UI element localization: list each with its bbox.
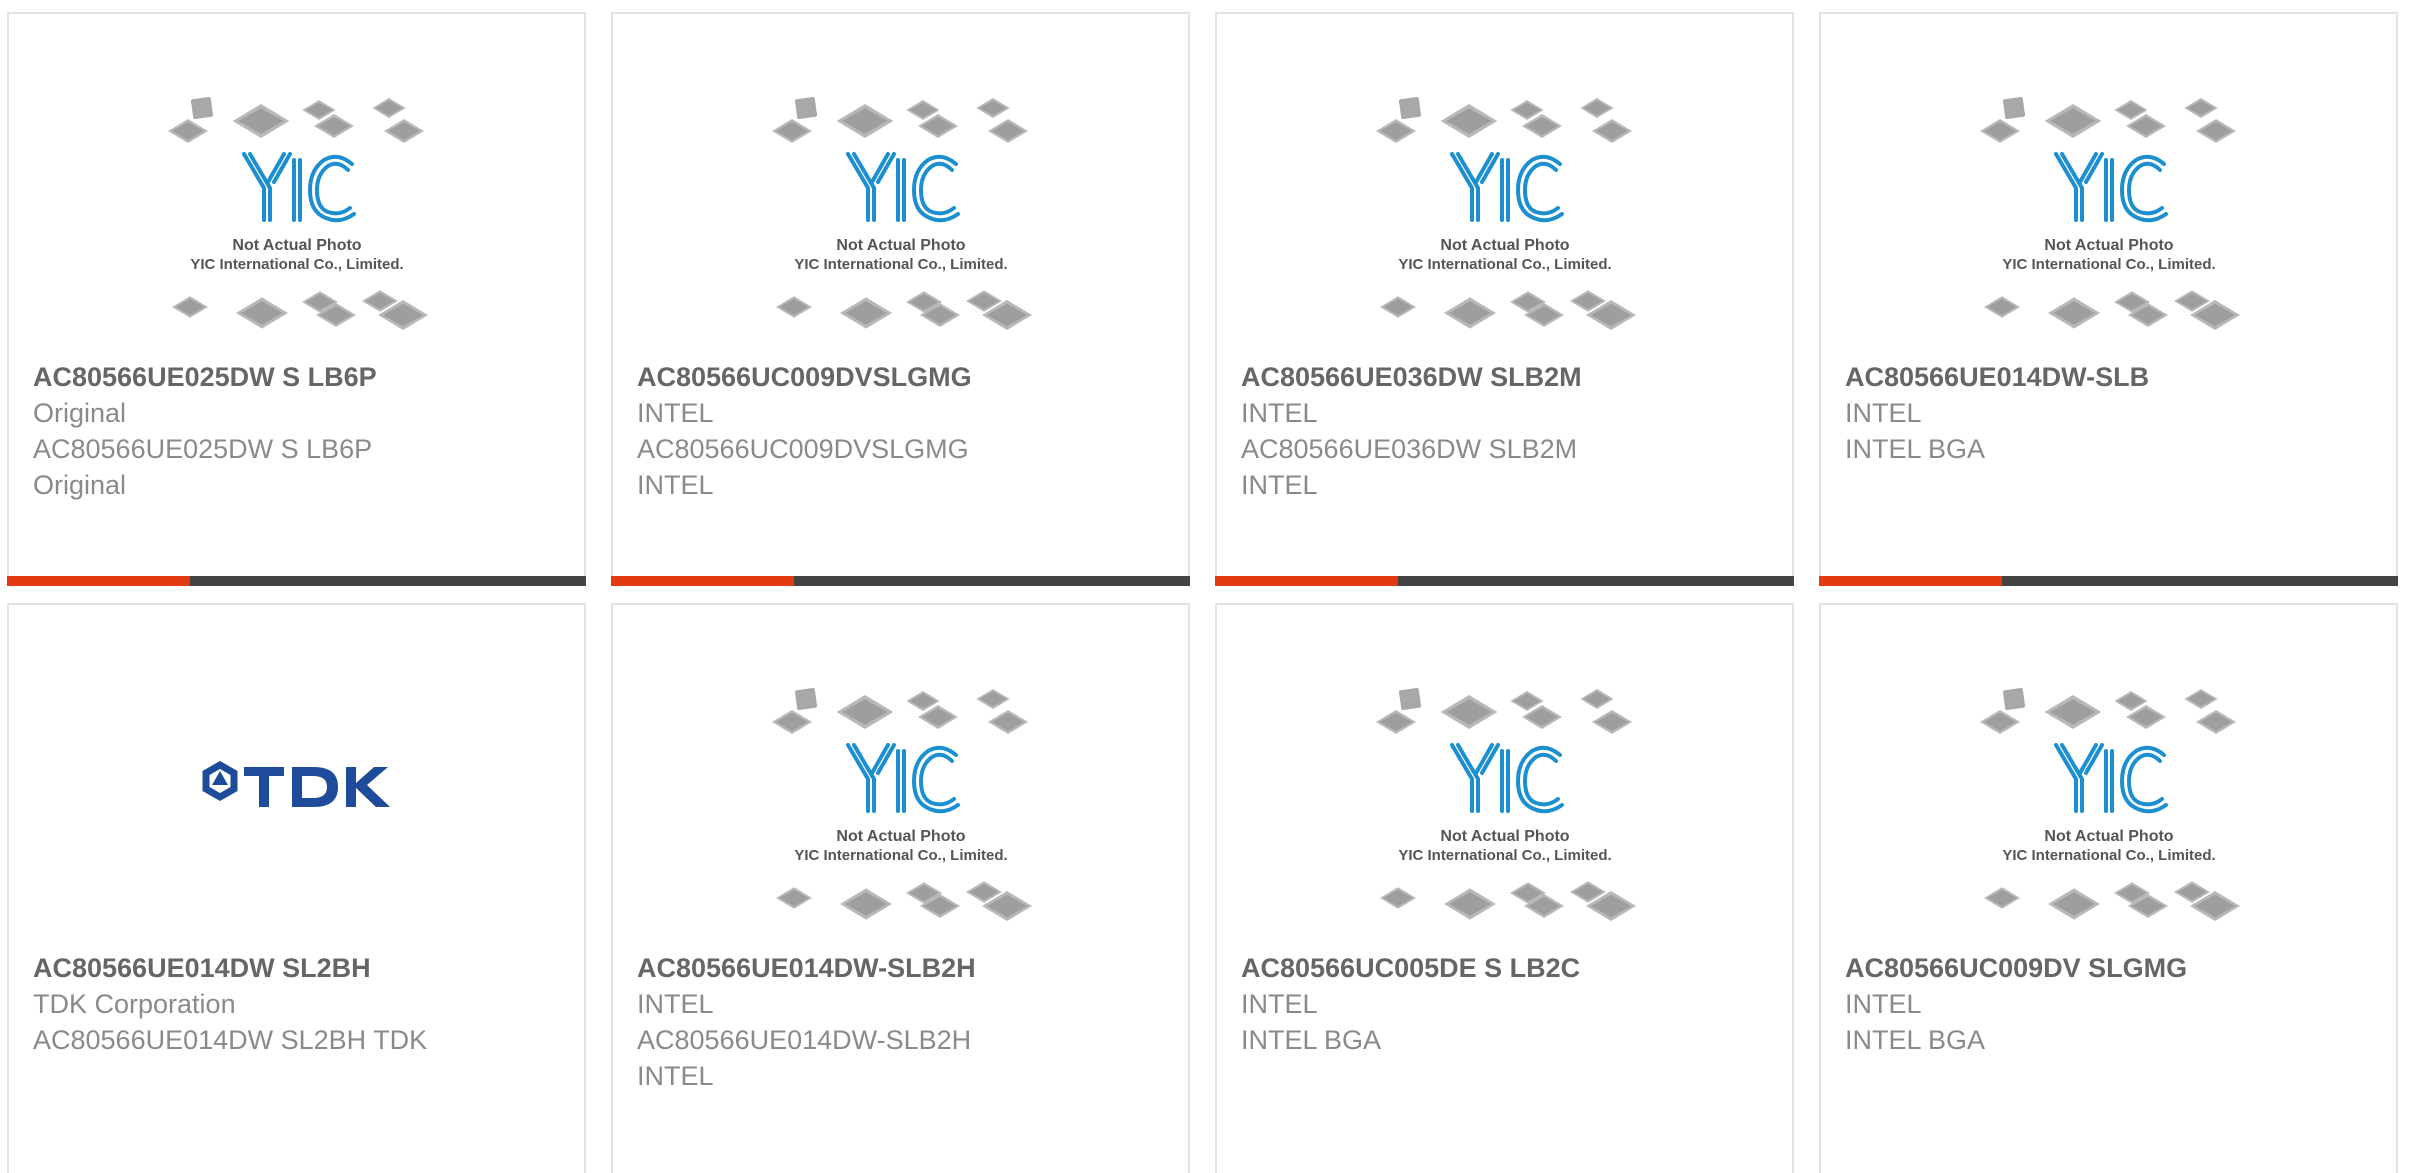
product-brand: INTEL (637, 1061, 714, 1091)
product-description: AC80566UE036DW SLB2M (1241, 434, 1578, 464)
card-accent-bar (1819, 576, 2002, 586)
product-title[interactable]: AC80566UC005DE S LB2C (1241, 950, 1782, 986)
product-description: INTEL BGA (1241, 1025, 1382, 1055)
product-manufacturer: INTEL (1845, 398, 1922, 428)
product-description: AC80566UE025DW S LB6P (33, 434, 373, 464)
product-grid: AC80566UE025DW S LB6P Original AC80566UE… (0, 0, 2410, 1173)
product-card[interactable]: AC80566UE014DW SL2BH TDK Corporation AC8… (7, 603, 586, 1173)
yic-placeholder-icon (1370, 96, 1640, 334)
product-brand: INTEL (1241, 470, 1318, 500)
product-manufacturer: TDK Corporation (33, 989, 236, 1019)
product-title[interactable]: AC80566UC009DV SLGMG (1845, 950, 2386, 986)
product-card[interactable]: AC80566UE025DW S LB6P Original AC80566UE… (7, 12, 586, 586)
product-thumbnail[interactable] (1217, 687, 1792, 952)
product-description: AC80566UC009DVSLGMG (637, 434, 969, 464)
card-accent-bar (7, 576, 190, 586)
product-description: AC80566UE014DW-SLB2H (637, 1025, 972, 1055)
product-title[interactable]: AC80566UE025DW S LB6P (33, 359, 574, 395)
yic-placeholder-icon (1370, 687, 1640, 925)
product-thumbnail[interactable] (613, 96, 1188, 361)
card-accent-bar (1215, 576, 1398, 586)
product-manufacturer: INTEL (1241, 398, 1318, 428)
yic-placeholder-icon (766, 687, 1036, 925)
product-title[interactable]: AC80566UE036DW SLB2M (1241, 359, 1782, 395)
product-title[interactable]: AC80566UE014DW SL2BH (33, 950, 574, 986)
product-card[interactable]: AC80566UE014DW-SLB INTEL INTEL BGA (1819, 12, 2398, 586)
product-brand: INTEL (637, 470, 714, 500)
card-footer-bar (611, 576, 1190, 586)
product-card[interactable]: AC80566UE036DW SLB2M INTEL AC80566UE036D… (1215, 12, 1794, 586)
product-title[interactable]: AC80566UC009DVSLGMG (637, 359, 1178, 395)
product-description: INTEL BGA (1845, 434, 1986, 464)
tdk-logo-icon (192, 757, 402, 817)
card-footer-bar (1215, 576, 1794, 586)
product-card[interactable]: AC80566UC009DV SLGMG INTEL INTEL BGA (1819, 603, 2398, 1173)
yic-placeholder-icon (1974, 96, 2244, 334)
product-manufacturer: Original (33, 398, 127, 428)
product-title[interactable]: AC80566UE014DW-SLB2H (637, 950, 1178, 986)
product-manufacturer: INTEL (1241, 989, 1318, 1019)
product-card[interactable]: AC80566UC005DE S LB2C INTEL INTEL BGA (1215, 603, 1794, 1173)
product-thumbnail[interactable] (1821, 96, 2396, 361)
product-description: INTEL BGA (1845, 1025, 1986, 1055)
card-accent-bar (611, 576, 794, 586)
product-description: AC80566UE014DW SL2BH TDK (33, 1025, 428, 1055)
product-brand: Original (33, 470, 127, 500)
product-card[interactable]: AC80566UC009DVSLGMG INTEL AC80566UC009DV… (611, 12, 1190, 586)
product-thumbnail[interactable] (613, 687, 1188, 952)
product-thumbnail[interactable] (1821, 687, 2396, 952)
yic-placeholder-icon (766, 96, 1036, 334)
card-footer-bar (7, 576, 586, 586)
product-card[interactable]: AC80566UE014DW-SLB2H INTEL AC80566UE014D… (611, 603, 1190, 1173)
product-thumbnail[interactable] (1217, 96, 1792, 361)
product-manufacturer: INTEL (637, 989, 714, 1019)
yic-placeholder-icon (1974, 687, 2244, 925)
yic-placeholder-icon (162, 96, 432, 334)
product-title[interactable]: AC80566UE014DW-SLB (1845, 359, 2386, 395)
product-manufacturer: INTEL (1845, 989, 1922, 1019)
product-manufacturer: INTEL (637, 398, 714, 428)
product-thumbnail[interactable] (9, 96, 584, 361)
card-footer-bar (1819, 576, 2398, 586)
product-thumbnail[interactable] (9, 687, 584, 952)
